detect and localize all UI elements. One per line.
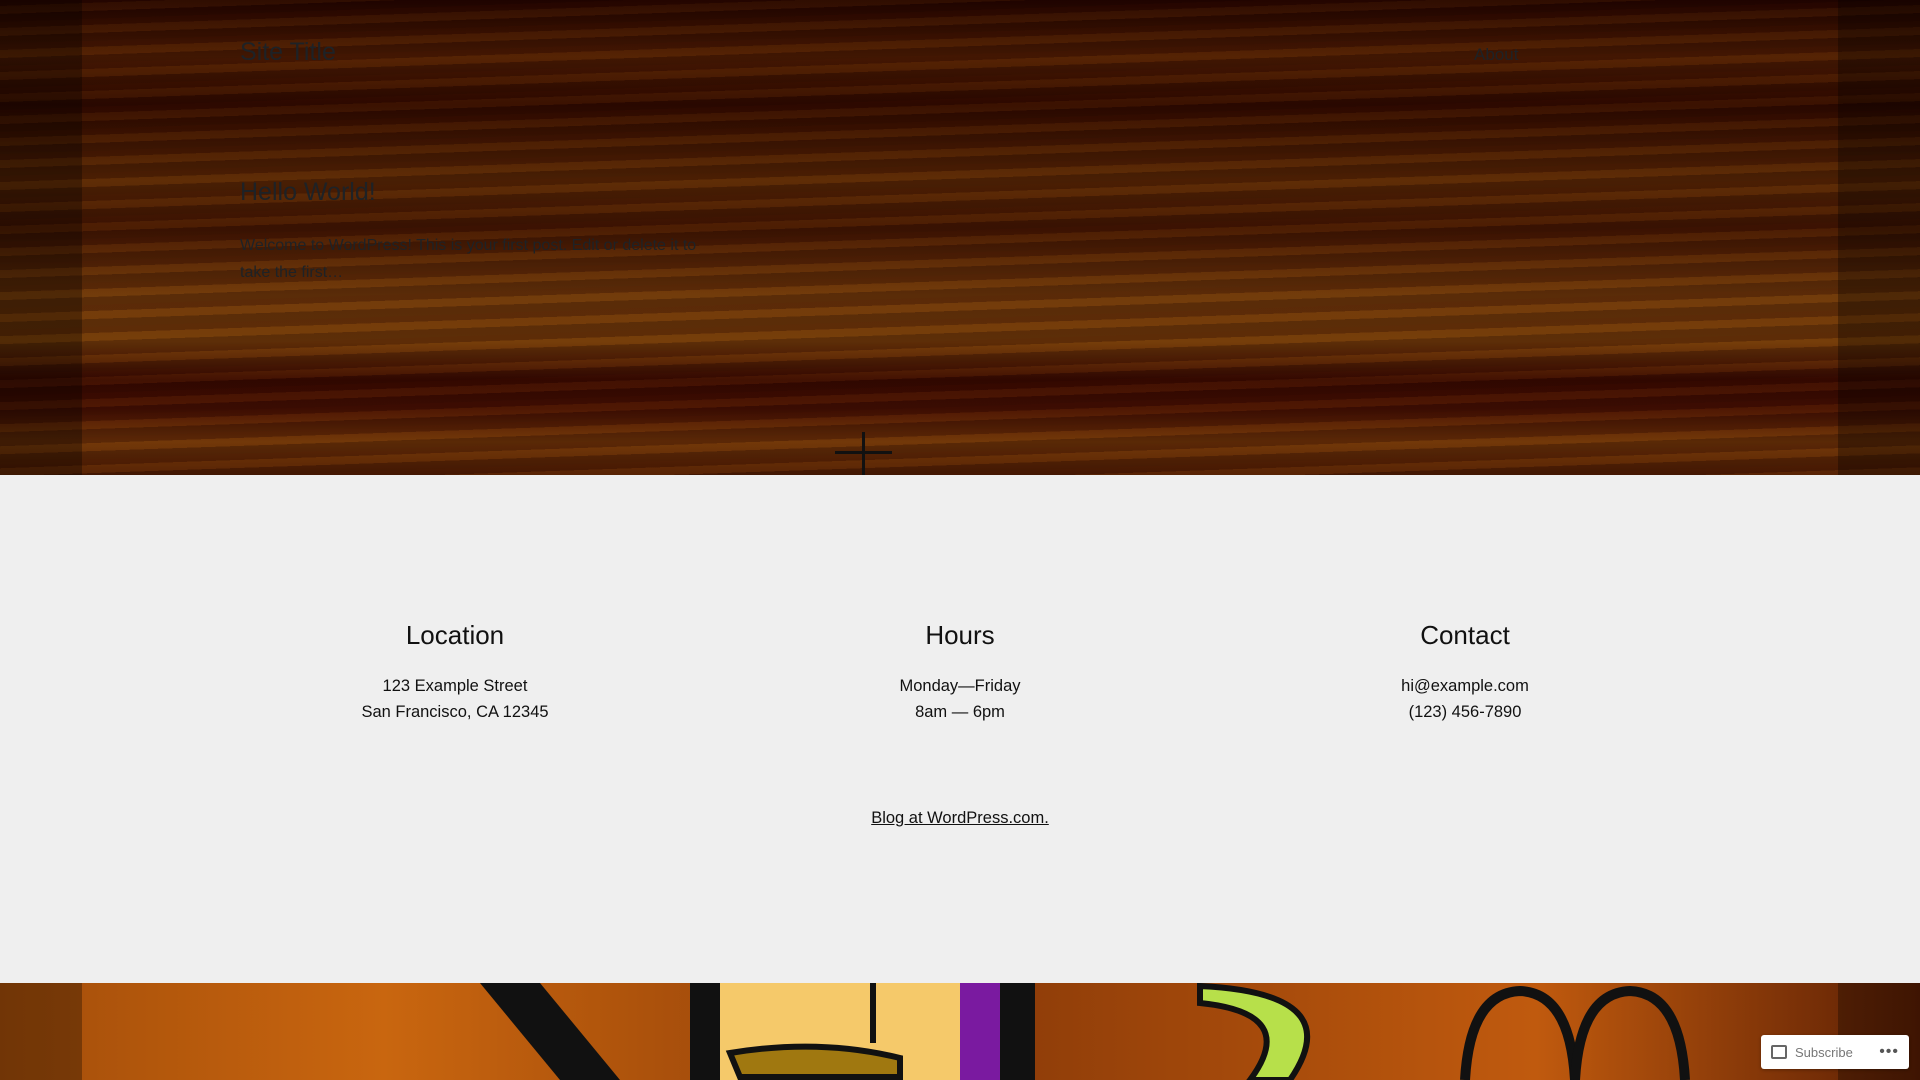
wordpress-credit-link[interactable]: Blog at WordPress.com. bbox=[0, 809, 1920, 828]
side-band-left bbox=[0, 0, 82, 475]
subscribe-widget[interactable]: Subscribe ••• bbox=[1761, 1035, 1909, 1069]
reader-icon bbox=[1771, 1045, 1787, 1059]
location-line: 123 Example Street bbox=[382, 677, 528, 695]
footer-contact: Contact hi@example.com (123) 456-7890 bbox=[1265, 620, 1665, 725]
post-title[interactable]: Hello World! bbox=[240, 178, 376, 207]
post-excerpt: Welcome to WordPress! This is your first… bbox=[240, 237, 697, 281]
contact-email: hi@example.com bbox=[1401, 677, 1529, 695]
contact-heading: Contact bbox=[1420, 620, 1510, 650]
side-band-right bbox=[1838, 0, 1920, 475]
decorative-artwork bbox=[480, 983, 1690, 1080]
hero-background: Site Title About Hello World! Welcome to… bbox=[0, 0, 1920, 475]
location-line: San Francisco, CA 12345 bbox=[361, 703, 549, 721]
site-title[interactable]: Site Title bbox=[240, 38, 336, 67]
footer-location: Location 123 Example Street San Francisc… bbox=[255, 620, 655, 725]
cross-decoration-bar bbox=[835, 451, 892, 454]
nav-about[interactable]: About bbox=[1474, 45, 1518, 65]
hours-heading: Hours bbox=[925, 620, 995, 650]
hours-line: Monday—Friday bbox=[899, 677, 1021, 695]
hours-line: 8am — 6pm bbox=[915, 703, 1005, 721]
subscribe-button[interactable]: Subscribe bbox=[1795, 1045, 1853, 1060]
more-options-icon[interactable]: ••• bbox=[1879, 1043, 1899, 1061]
contact-phone: (123) 456-7890 bbox=[1408, 703, 1522, 721]
location-heading: Location bbox=[405, 620, 505, 650]
footer-hours: Hours Monday—Friday 8am — 6pm bbox=[760, 620, 1160, 725]
